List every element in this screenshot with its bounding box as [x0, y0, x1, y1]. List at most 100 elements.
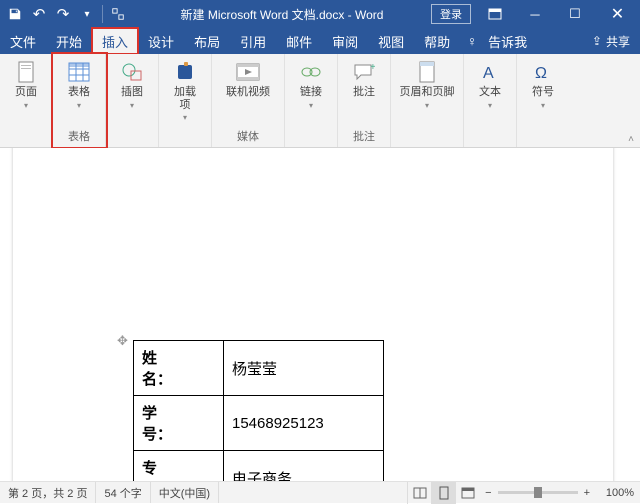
group-pages: 页面 ▾: [0, 54, 53, 147]
header-footer-icon: [415, 60, 439, 84]
comment-button[interactable]: + 批注: [342, 56, 386, 99]
table-icon: [67, 60, 91, 84]
status-bar: 第 2 页，共 2 页 54 个字 中文(中国) − + 100%: [0, 481, 640, 503]
header-footer-label: 页眉和页脚: [400, 86, 455, 99]
group-comments-label: 批注: [353, 126, 375, 147]
login-button[interactable]: 登录: [431, 4, 471, 24]
zoom-control: − + 100%: [479, 487, 640, 499]
group-text-label: [488, 130, 491, 147]
chevron-down-icon: ▾: [425, 101, 429, 110]
header-footer-button[interactable]: 页眉和页脚 ▾: [395, 56, 459, 110]
status-language[interactable]: 中文(中国): [151, 482, 219, 503]
tab-help[interactable]: 帮助: [414, 28, 460, 54]
links-button[interactable]: 链接 ▾: [289, 56, 333, 110]
group-comments: + 批注 批注: [338, 54, 391, 147]
addins-label: 加载 项: [174, 86, 196, 111]
touch-mode-icon[interactable]: [107, 3, 129, 25]
group-text: A 文本 ▾: [464, 54, 517, 147]
undo-icon[interactable]: ↶: [28, 3, 50, 25]
svg-text:Ω: Ω: [535, 65, 547, 82]
text-button[interactable]: A 文本 ▾: [468, 56, 512, 110]
group-tables: 表格 ▾ 表格: [53, 54, 106, 147]
link-icon: [299, 60, 323, 84]
symbol-button[interactable]: Ω 符号 ▾: [521, 56, 565, 110]
close-button[interactable]: ✕: [595, 0, 640, 28]
share-button[interactable]: ⇪ 共享: [582, 28, 640, 54]
cell-value[interactable]: 杨莹莹: [224, 341, 384, 396]
illustrations-button[interactable]: 插图 ▾: [110, 56, 154, 110]
table-anchor-icon[interactable]: ✥: [117, 333, 128, 349]
tab-references[interactable]: 引用: [230, 28, 276, 54]
group-links-label: [309, 130, 312, 147]
group-tables-label: 表格: [68, 126, 90, 147]
zoom-out-button[interactable]: −: [485, 487, 491, 499]
cell-value[interactable]: 15468925123: [224, 396, 384, 451]
window-title: 新建 Microsoft Word 文档.docx - Word: [133, 6, 431, 23]
group-hf-label: [425, 130, 428, 147]
qat-customize-icon[interactable]: ▾: [76, 3, 98, 25]
document-table[interactable]: 姓 名： 杨莹莹 学 号： 15468925123 专 业： 电子商务 所在院系…: [133, 340, 384, 484]
tab-file[interactable]: 文件: [0, 28, 46, 54]
group-addins-label: [183, 130, 186, 147]
zoom-slider[interactable]: [498, 491, 578, 494]
zoom-in-button[interactable]: +: [584, 487, 590, 499]
symbol-icon: Ω: [531, 60, 555, 84]
tab-insert[interactable]: 插入: [92, 28, 138, 54]
chevron-down-icon: ▾: [183, 113, 187, 122]
read-mode-icon[interactable]: [407, 482, 431, 504]
table-row[interactable]: 学 号： 15468925123: [134, 396, 384, 451]
tab-review[interactable]: 审阅: [322, 28, 368, 54]
qat-separator: [102, 5, 103, 23]
web-layout-icon[interactable]: [455, 482, 479, 504]
ribbon-display-options-icon[interactable]: [475, 0, 515, 28]
group-pages-label: [24, 130, 27, 147]
group-illustrations-label: [130, 130, 133, 147]
tell-me-icon[interactable]: ♀: [460, 28, 484, 54]
table-row[interactable]: 姓 名： 杨莹莹: [134, 341, 384, 396]
illustrations-label: 插图: [121, 86, 143, 99]
cell-label[interactable]: 姓 名：: [134, 341, 224, 396]
document-area[interactable]: ✥ 姓 名： 杨莹莹 学 号： 15468925123 专 业： 电子商务 所在…: [0, 148, 640, 484]
zoom-level[interactable]: 100%: [596, 487, 634, 499]
redo-icon[interactable]: ↷: [52, 3, 74, 25]
group-illustrations: 插图 ▾: [106, 54, 159, 147]
cell-label[interactable]: 学 号：: [134, 396, 224, 451]
maximize-button[interactable]: ☐: [555, 0, 595, 28]
svg-text:+: +: [370, 62, 375, 73]
text-label: 文本: [479, 86, 501, 99]
addins-button[interactable]: 加载 项 ▾: [163, 56, 207, 122]
cell-value[interactable]: 电子商务: [224, 451, 384, 485]
page[interactable]: ✥ 姓 名： 杨莹莹 学 号： 15468925123 专 业： 电子商务 所在…: [13, 148, 613, 484]
tab-view[interactable]: 视图: [368, 28, 414, 54]
group-links: 链接 ▾: [285, 54, 338, 147]
table-button[interactable]: 表格 ▾: [57, 56, 101, 110]
pages-label: 页面: [15, 86, 37, 99]
pages-button[interactable]: 页面 ▾: [4, 56, 48, 110]
links-label: 链接: [300, 86, 322, 99]
cell-label[interactable]: 专 业：: [134, 451, 224, 485]
collapse-ribbon-icon[interactable]: ˄: [628, 134, 634, 145]
online-video-button[interactable]: 联机视频: [216, 56, 280, 99]
ribbon-tabs: 文件 开始 插入 设计 布局 引用 邮件 审阅 视图 帮助 ♀ 告诉我 ⇪ 共享: [0, 28, 640, 54]
tab-mailings[interactable]: 邮件: [276, 28, 322, 54]
chevron-down-icon: ▾: [309, 101, 313, 110]
save-icon[interactable]: [4, 3, 26, 25]
symbol-label: 符号: [532, 86, 554, 99]
page-icon: [14, 60, 38, 84]
group-media: 联机视频 媒体: [212, 54, 285, 147]
print-layout-icon[interactable]: [431, 482, 455, 504]
minimize-button[interactable]: ─: [515, 0, 555, 28]
group-media-label: 媒体: [237, 126, 259, 147]
tab-tell-me[interactable]: 告诉我: [484, 28, 531, 54]
tab-home[interactable]: 开始: [46, 28, 92, 54]
table-row[interactable]: 专 业： 电子商务: [134, 451, 384, 485]
chevron-down-icon: ▾: [77, 101, 81, 110]
group-header-footer: 页眉和页脚 ▾: [391, 54, 464, 147]
group-symbols: Ω 符号 ▾: [517, 54, 569, 147]
status-word-count[interactable]: 54 个字: [96, 482, 150, 503]
status-page[interactable]: 第 2 页，共 2 页: [0, 482, 96, 503]
table-label: 表格: [68, 86, 90, 99]
tab-layout[interactable]: 布局: [184, 28, 230, 54]
share-icon: ⇪: [592, 34, 602, 48]
tab-design[interactable]: 设计: [138, 28, 184, 54]
